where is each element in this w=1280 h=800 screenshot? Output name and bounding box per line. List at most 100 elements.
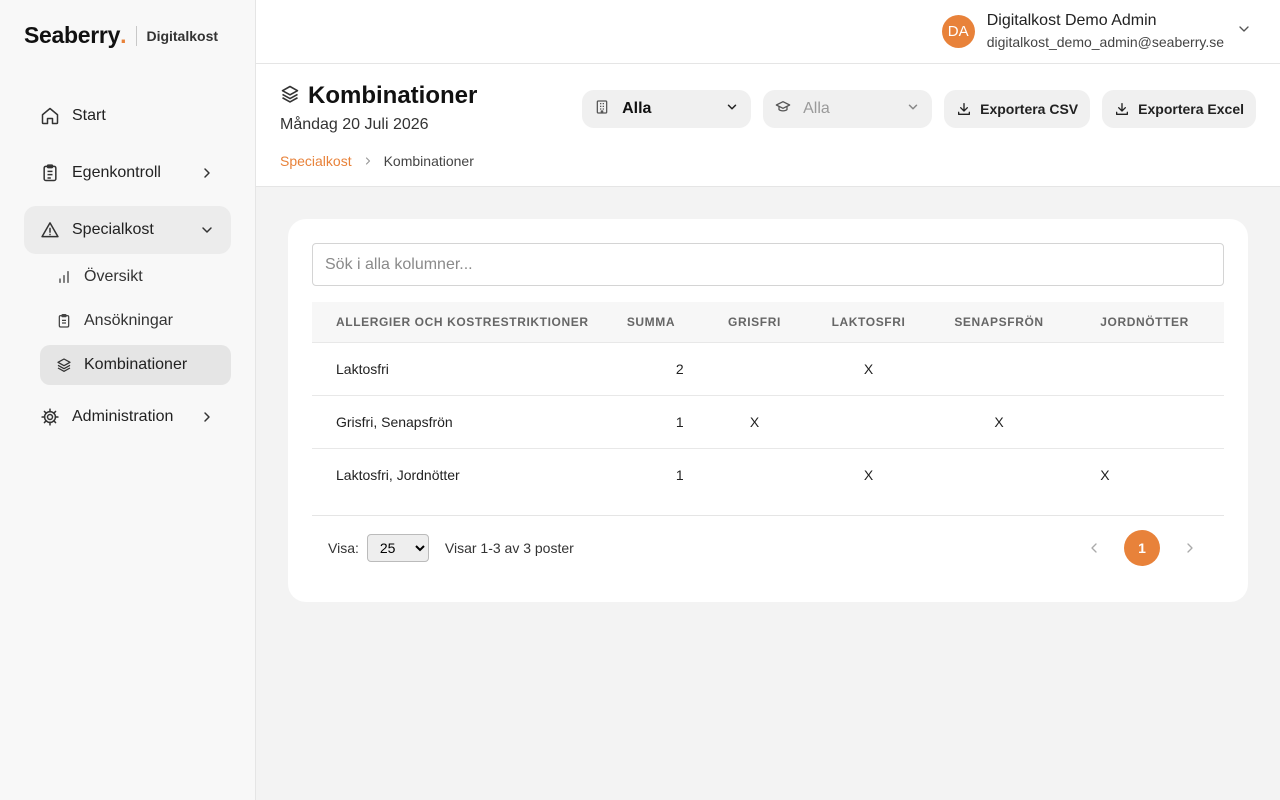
- page-title: Kombinationer: [308, 82, 478, 109]
- sidebar-item-specialkost[interactable]: Specialkost: [24, 206, 231, 254]
- table-cell: [926, 342, 1073, 395]
- user-menu[interactable]: DA Digitalkost Demo Admin digitalkost_de…: [941, 12, 1252, 50]
- specialkost-submenu: Översikt Ansökningar Kombinationer: [40, 257, 231, 385]
- download-icon: [958, 103, 971, 115]
- sidebar-item-oversikt[interactable]: Översikt: [40, 257, 231, 297]
- page-1-button[interactable]: 1: [1124, 530, 1160, 566]
- unit-select[interactable]: Alla: [582, 90, 752, 128]
- sidebar-item-kombinationer[interactable]: Kombinationer: [40, 345, 231, 385]
- brand-logo[interactable]: Seaberry. Digitalkost: [24, 22, 218, 49]
- clipboard-icon: [40, 163, 60, 183]
- chevron-down-icon: [199, 222, 215, 238]
- table-cell: 1: [675, 466, 684, 483]
- table-cell: [1072, 342, 1224, 395]
- page-controls: Alla Alla Exportera CSV Exportera Excel: [582, 90, 1256, 128]
- brand-dot: .: [120, 22, 127, 48]
- group-select[interactable]: Alla: [763, 90, 933, 128]
- layers-icon: [280, 84, 300, 109]
- chevron-right-icon: [362, 155, 374, 167]
- column-header-grisfri[interactable]: GRISFRI: [698, 302, 812, 342]
- export-csv-button[interactable]: Exportera CSV: [944, 90, 1091, 128]
- column-header-jordnotter[interactable]: JORDNÖTTER: [1072, 302, 1224, 342]
- export-excel-label: Exportera Excel: [1138, 101, 1244, 117]
- user-email: digitalkost_demo_admin@seaberry.se: [986, 34, 1224, 50]
- table-cell: [811, 395, 925, 448]
- chevron-right-icon: [199, 409, 215, 425]
- table-cell: X: [749, 413, 760, 430]
- page-header: Kombinationer Måndag 20 Juli 2026 Specia…: [256, 64, 1280, 187]
- table-row: Grisfri, Senapsfrön 1 X X: [312, 395, 1224, 448]
- export-excel-button[interactable]: Exportera Excel: [1102, 90, 1256, 128]
- chevron-down-icon: [906, 100, 920, 119]
- building-icon: [594, 99, 610, 120]
- sidebar-item-ansokningar[interactable]: Ansökningar: [40, 301, 231, 341]
- group-select-value: Alla: [803, 100, 830, 117]
- breadcrumb-link-specialkost[interactable]: Specialkost: [280, 153, 352, 169]
- sidebar-item-label: Start: [72, 107, 106, 124]
- records-summary: Visar 1-3 av 3 poster: [444, 540, 574, 556]
- search-input[interactable]: [312, 243, 1224, 286]
- combinations-table: ALLERGIER OCH KOSTRESTRIKTIONER SUMMA GR…: [312, 302, 1224, 501]
- sidebar-item-label: Administration: [72, 408, 174, 425]
- chevron-right-icon: [1187, 543, 1193, 553]
- bar-chart-icon: [56, 269, 72, 285]
- page-title-row: Kombinationer: [280, 82, 477, 110]
- breadcrumb-current: Kombinationer: [383, 153, 474, 169]
- column-header-summa[interactable]: SUMMA: [604, 302, 697, 342]
- pagination: 1: [1076, 530, 1208, 566]
- gear-icon: [40, 407, 60, 427]
- graduation-cap-icon: [775, 99, 791, 120]
- user-info: Digitalkost Demo Admin digitalkost_demo_…: [987, 12, 1224, 50]
- sidebar-item-label: Specialkost: [72, 221, 154, 238]
- table-row: Laktosfri 2 X: [312, 342, 1224, 395]
- table-cell: X: [994, 413, 1004, 430]
- table-footer: Visa: 25 Visar 1-3 av 3 poster: [328, 534, 574, 562]
- next-page-button[interactable]: [1172, 530, 1208, 566]
- sidebar-item-label: Egenkontroll: [72, 164, 161, 181]
- table-cell: [698, 342, 812, 395]
- table-cell: 1: [675, 413, 684, 430]
- table-cell: 2: [675, 360, 684, 377]
- export-csv-label: Exportera CSV: [980, 101, 1079, 117]
- download-icon: [1116, 103, 1129, 115]
- sidebar-nav: Start Egenkontroll Specialkost Översikt …: [24, 92, 231, 450]
- chevron-down-icon: [725, 100, 739, 119]
- page-date: Måndag 20 Juli 2026: [280, 116, 429, 133]
- table-scroll-area[interactable]: ALLERGIER OCH KOSTRESTRIKTIONER SUMMA GR…: [312, 302, 1224, 516]
- warning-icon: [40, 220, 60, 240]
- user-name: Digitalkost Demo Admin: [986, 12, 1157, 29]
- home-icon: [40, 106, 60, 126]
- table-cell: Laktosfri: [336, 360, 389, 377]
- page-size-select[interactable]: 25: [366, 534, 429, 562]
- table-header-row: ALLERGIER OCH KOSTRESTRIKTIONER SUMMA GR…: [312, 302, 1224, 342]
- table-cell: X: [863, 466, 874, 483]
- column-header-senapsfron[interactable]: SENAPSFRÖN: [926, 302, 1073, 342]
- column-header-laktosfri[interactable]: LAKTOSFRI: [811, 302, 925, 342]
- sidebar-item-label: Ansökningar: [84, 312, 173, 329]
- table-cell: X: [1100, 466, 1110, 483]
- sidebar-item-start[interactable]: Start: [24, 92, 231, 140]
- previous-page-button[interactable]: [1076, 530, 1112, 566]
- layers-icon: [56, 357, 72, 373]
- page-size-label: Visa:: [328, 540, 359, 556]
- unit-select-value: Alla: [622, 100, 652, 117]
- table-cell: [926, 448, 1073, 501]
- table-cell: [1072, 395, 1224, 448]
- chevron-down-icon: [1236, 21, 1252, 42]
- sidebar-item-label: Kombinationer: [84, 356, 188, 373]
- brand-divider: [136, 25, 138, 46]
- avatar: DA: [941, 14, 975, 48]
- brand-name: Seaberry: [24, 22, 121, 48]
- sidebar-item-administration[interactable]: Administration: [24, 393, 231, 441]
- sidebar: Seaberry. Digitalkost Start Egenkontroll…: [0, 0, 256, 800]
- table-cell: Laktosfri, Jordnötter: [336, 466, 460, 483]
- table-row: Laktosfri, Jordnötter 1 X X: [312, 448, 1224, 501]
- table-cell: Grisfri, Senapsfrön: [336, 413, 453, 430]
- chevron-left-icon: [1091, 543, 1097, 553]
- column-header-combination[interactable]: ALLERGIER OCH KOSTRESTRIKTIONER: [312, 302, 604, 342]
- combinations-card: ALLERGIER OCH KOSTRESTRIKTIONER SUMMA GR…: [288, 219, 1248, 602]
- sidebar-item-egenkontroll[interactable]: Egenkontroll: [24, 149, 231, 197]
- breadcrumb: Specialkost Kombinationer: [280, 153, 474, 169]
- clipboard-icon: [56, 313, 72, 329]
- table-cell: [698, 448, 812, 501]
